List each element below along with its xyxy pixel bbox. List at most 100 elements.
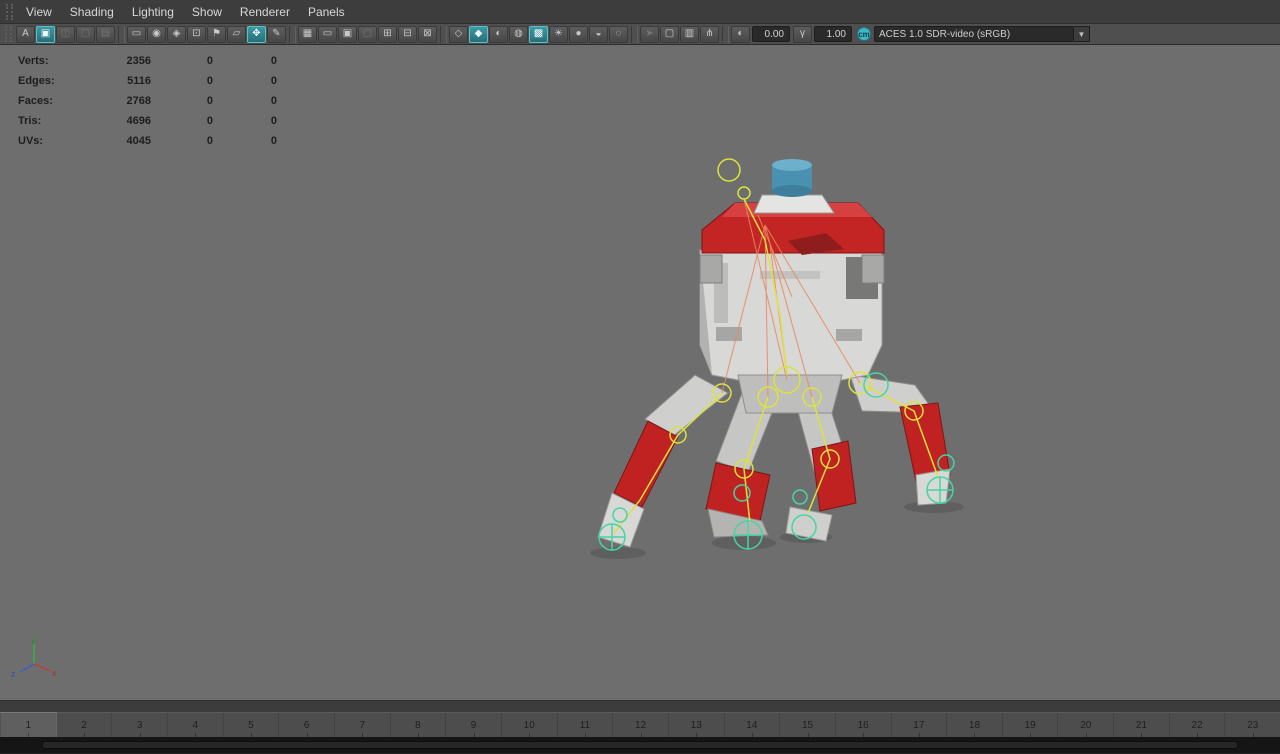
film-gate-icon[interactable]: ▭ bbox=[318, 26, 337, 43]
world-axis-gizmo: y x z bbox=[8, 634, 60, 682]
frame-number: 14 bbox=[746, 720, 757, 731]
model-shadows bbox=[590, 501, 964, 559]
time-slider[interactable]: 1 2 3 4 5 6 7 bbox=[0, 712, 1280, 737]
gamma-icon[interactable]: γ bbox=[793, 26, 812, 43]
frame-tick[interactable]: 12 bbox=[612, 713, 668, 737]
shadows-icon[interactable]: ● bbox=[569, 26, 588, 43]
frame-tick[interactable]: 4 bbox=[167, 713, 223, 737]
viewport-3d[interactable]: Verts: 2356 0 0 Edges: 5116 0 0 Faces: 2… bbox=[0, 45, 1280, 700]
colorspace-dropdown[interactable]: ACES 1.0 SDR-video (sRGB) bbox=[874, 26, 1074, 42]
frame-tick[interactable]: 21 bbox=[1113, 713, 1169, 737]
frame-tick[interactable]: 19 bbox=[1002, 713, 1058, 737]
cursor-select-icon[interactable]: ➤ bbox=[640, 26, 659, 43]
frame-tick[interactable]: 10 bbox=[501, 713, 557, 737]
mask-hierarchy-icon[interactable]: ◫ bbox=[56, 26, 75, 43]
menu-shading[interactable]: Shading bbox=[61, 2, 123, 22]
menu-show[interactable]: Show bbox=[183, 2, 231, 22]
mask-component-icon[interactable]: ▤ bbox=[96, 26, 115, 43]
toolbar-separator[interactable] bbox=[722, 26, 729, 43]
frame-tick[interactable]: 7 bbox=[334, 713, 390, 737]
safe-action-icon[interactable]: ⊟ bbox=[398, 26, 417, 43]
toolbar-grip[interactable] bbox=[5, 26, 12, 42]
axis-x-label: x bbox=[52, 668, 57, 678]
hud-row: Tris: 4696 0 0 bbox=[18, 111, 277, 131]
hud-row: UVs: 4045 0 0 bbox=[18, 131, 277, 151]
wireframe-on-shaded-icon[interactable]: ▩ bbox=[529, 26, 548, 43]
clapboard-icon[interactable]: ▭ bbox=[127, 26, 146, 43]
hud-selected: 0 bbox=[151, 55, 213, 67]
smooth-shade-icon[interactable]: ◆ bbox=[469, 26, 488, 43]
frame-tick[interactable]: 1 bbox=[0, 713, 56, 737]
toolbar-separator[interactable] bbox=[118, 26, 125, 43]
frame-number: 23 bbox=[1247, 720, 1258, 731]
frame-number: 6 bbox=[304, 720, 310, 731]
use-default-material-icon[interactable]: ◍ bbox=[509, 26, 528, 43]
toolbar-separator[interactable] bbox=[440, 26, 447, 43]
toolbar-separator[interactable] bbox=[631, 26, 638, 43]
hud-label: Tris: bbox=[18, 115, 76, 127]
image-plane-icon[interactable]: ▱ bbox=[227, 26, 246, 43]
hud-row: Faces: 2768 0 0 bbox=[18, 91, 277, 111]
menu-view[interactable]: View bbox=[17, 2, 61, 22]
grid-icon[interactable]: ▦ bbox=[298, 26, 317, 43]
field-chart-icon[interactable]: ⊞ bbox=[378, 26, 397, 43]
hud-selected: 0 bbox=[151, 115, 213, 127]
x-ray-joints-icon[interactable]: ⋔ bbox=[700, 26, 719, 43]
frame-tick[interactable]: 3 bbox=[111, 713, 167, 737]
time-slider-edge bbox=[0, 700, 1280, 712]
ambient-occlusion-icon[interactable]: ◒ bbox=[589, 26, 608, 43]
gate-mask-icon[interactable]: ▢ bbox=[358, 26, 377, 43]
frame-number: 4 bbox=[193, 720, 199, 731]
two-d-pan-zoom-icon[interactable]: ✥ bbox=[247, 26, 266, 43]
motion-blur-icon[interactable]: ◌ bbox=[609, 26, 628, 43]
chevron-down-icon[interactable]: ▼ bbox=[1074, 26, 1090, 42]
exposure-field[interactable]: 0.00 bbox=[752, 26, 790, 42]
frame-tick[interactable]: 16 bbox=[835, 713, 891, 737]
frame-tick[interactable]: 15 bbox=[779, 713, 835, 737]
range-slider[interactable] bbox=[0, 737, 1280, 753]
hud-other: 0 bbox=[213, 115, 277, 127]
use-all-lights-icon[interactable]: ☀ bbox=[549, 26, 568, 43]
wireframe-icon[interactable]: ◇ bbox=[449, 26, 468, 43]
lock-camera-icon[interactable]: ◈ bbox=[167, 26, 186, 43]
highlight-selection-icon[interactable]: ▣ bbox=[36, 26, 55, 43]
menubar-grip[interactable] bbox=[6, 4, 13, 20]
frame-tick[interactable]: 18 bbox=[946, 713, 1002, 737]
frame-tick[interactable]: 8 bbox=[390, 713, 446, 737]
textured-icon[interactable]: ◐ bbox=[489, 26, 508, 43]
color-management-icon[interactable]: cm bbox=[857, 27, 871, 41]
frame-tick[interactable]: 23 bbox=[1224, 713, 1280, 737]
select-tool-icon[interactable]: A bbox=[16, 26, 35, 43]
menu-panels[interactable]: Panels bbox=[299, 2, 354, 22]
mask-object-icon[interactable]: ▢ bbox=[76, 26, 95, 43]
grease-pencil-icon[interactable]: ✎ bbox=[267, 26, 286, 43]
select-camera-icon[interactable]: ◉ bbox=[147, 26, 166, 43]
frame-number: 15 bbox=[802, 720, 813, 731]
frame-tick[interactable]: 2 bbox=[56, 713, 112, 737]
toolbar-separator[interactable] bbox=[289, 26, 296, 43]
exposure-icon[interactable]: ◐ bbox=[731, 26, 750, 43]
frame-number: 11 bbox=[580, 720, 590, 731]
frame-tick[interactable]: 5 bbox=[223, 713, 279, 737]
frame-number: 18 bbox=[969, 720, 980, 731]
frame-tick[interactable]: 14 bbox=[724, 713, 780, 737]
safe-title-icon[interactable]: ⊠ bbox=[418, 26, 437, 43]
camera-attributes-icon[interactable]: ⊡ bbox=[187, 26, 206, 43]
frame-tick[interactable]: 17 bbox=[891, 713, 947, 737]
isolate-select-icon[interactable]: ▢ bbox=[660, 26, 679, 43]
x-ray-icon[interactable]: ▥ bbox=[680, 26, 699, 43]
resolution-gate-icon[interactable]: ▣ bbox=[338, 26, 357, 43]
gamma-field[interactable]: 1.00 bbox=[814, 26, 852, 42]
menu-renderer[interactable]: Renderer bbox=[231, 2, 299, 22]
frame-tick[interactable]: 20 bbox=[1057, 713, 1113, 737]
frame-tick[interactable]: 6 bbox=[278, 713, 334, 737]
frame-tick[interactable]: 22 bbox=[1169, 713, 1225, 737]
frame-tick[interactable]: 11 bbox=[557, 713, 613, 737]
axis-y-label: y bbox=[31, 635, 36, 645]
menu-lighting[interactable]: Lighting bbox=[123, 2, 183, 22]
frame-tick[interactable]: 13 bbox=[668, 713, 724, 737]
frame-number: 8 bbox=[415, 720, 421, 731]
bookmark-icon[interactable]: ⚑ bbox=[207, 26, 226, 43]
frame-tick[interactable]: 9 bbox=[445, 713, 501, 737]
range-slider-handle[interactable] bbox=[42, 741, 1238, 749]
